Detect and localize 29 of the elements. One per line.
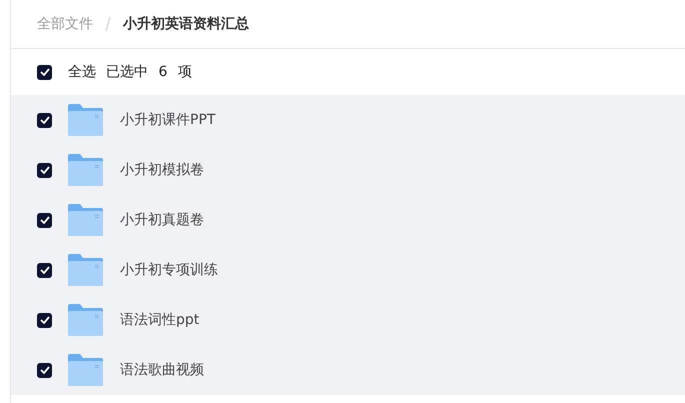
checkbox[interactable] bbox=[37, 64, 52, 80]
folder-icon bbox=[67, 253, 104, 287]
file-name[interactable]: 语法歌曲视频 bbox=[120, 361, 204, 379]
file-name[interactable]: 小升初课件PPT bbox=[120, 111, 216, 129]
breadcrumb-item: 小升初英语资料汇总 bbox=[123, 15, 249, 33]
file-row[interactable]: 小升初专项训练 bbox=[11, 245, 685, 295]
file-name[interactable]: 小升初模拟卷 bbox=[120, 161, 204, 179]
breadcrumb-separator-icon bbox=[105, 16, 111, 32]
file-name[interactable]: 小升初真题卷 bbox=[120, 211, 204, 229]
file-name[interactable]: 小升初专项训练 bbox=[120, 261, 218, 279]
checkbox[interactable] bbox=[37, 262, 52, 278]
file-row[interactable]: 小升初真题卷 bbox=[11, 195, 685, 245]
checkbox[interactable] bbox=[37, 362, 52, 378]
checkbox[interactable] bbox=[37, 162, 52, 178]
file-row[interactable]: 小升初模拟卷 bbox=[11, 145, 685, 195]
folder-icon bbox=[67, 353, 104, 387]
file-name[interactable]: 语法词性ppt bbox=[120, 311, 200, 329]
folder-icon bbox=[67, 203, 104, 237]
folder-icon bbox=[67, 103, 104, 137]
file-row[interactable]: 语法词性ppt bbox=[11, 295, 685, 345]
checkbox[interactable] bbox=[37, 312, 52, 328]
selection-count: 已选中 6 项 bbox=[106, 63, 192, 81]
file-row[interactable]: 语法歌曲视频 bbox=[11, 345, 685, 395]
checkbox[interactable] bbox=[37, 112, 52, 128]
file-row[interactable]: 小升初课件PPT bbox=[11, 95, 685, 145]
checkbox[interactable] bbox=[37, 212, 52, 228]
folder-icon bbox=[67, 153, 104, 187]
select-all-label[interactable]: 全选 bbox=[68, 63, 96, 81]
folder-icon bbox=[67, 303, 104, 337]
